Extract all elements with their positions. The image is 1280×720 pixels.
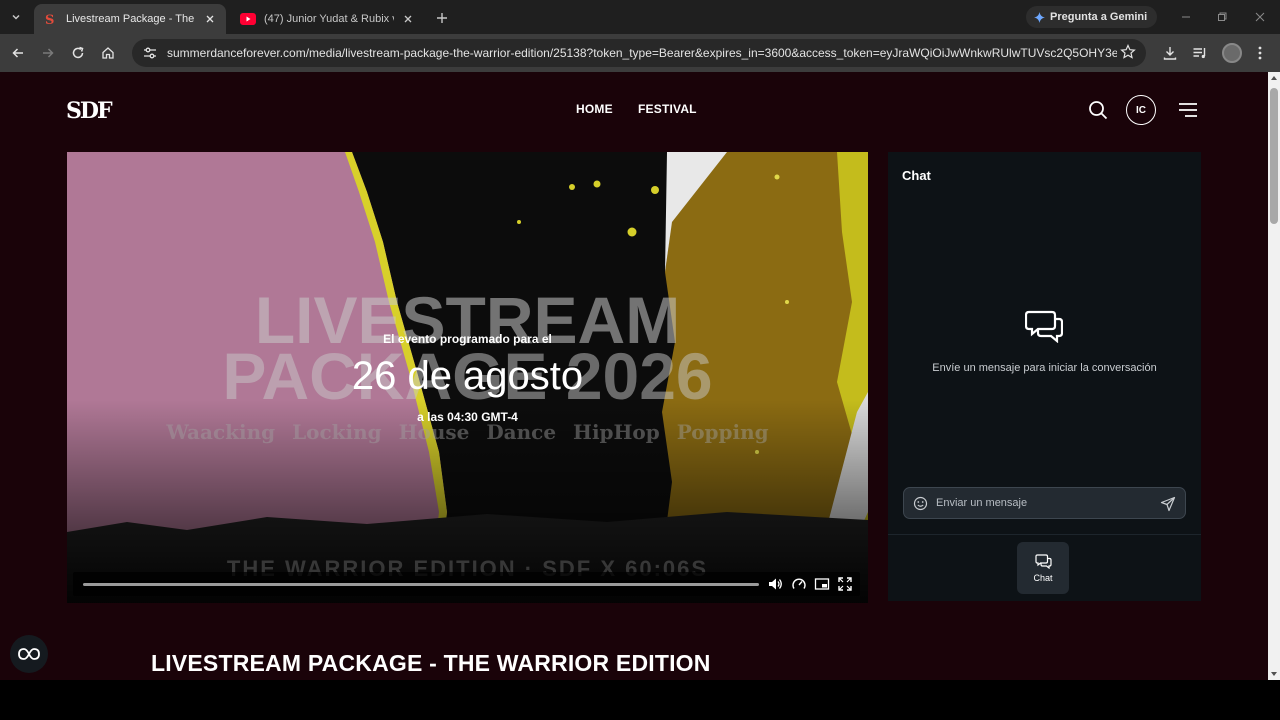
youtube-favicon-icon	[240, 11, 256, 27]
speedometer-icon	[792, 578, 806, 589]
schedule-time: a las 04:30 GMT-4	[417, 410, 518, 424]
new-tab-button[interactable]	[432, 8, 452, 28]
chat-icon	[1034, 553, 1052, 569]
tab-title: Livestream Package - The Warr	[66, 13, 196, 25]
chat-tab-button[interactable]: Chat	[1017, 542, 1069, 594]
site-logo[interactable]: SDF	[66, 98, 113, 124]
schedule-date: 26 de agosto	[351, 354, 584, 398]
chat-message-input[interactable]	[936, 493, 1146, 513]
more-vertical-icon	[1258, 46, 1262, 60]
video-progress-bar[interactable]	[83, 583, 759, 586]
search-icon	[1089, 101, 1108, 120]
summerdance-favicon-icon: S	[42, 11, 58, 27]
close-window-button[interactable]	[1250, 8, 1270, 26]
picture-in-picture-button[interactable]	[814, 576, 830, 592]
tab-title: (47) Junior Yudat & Rubix vs M	[264, 13, 394, 25]
queue-music-icon	[1193, 48, 1206, 59]
scroll-down-arrow-icon[interactable]	[1271, 672, 1277, 676]
restore-icon	[1218, 12, 1227, 21]
minimize-icon	[1182, 16, 1190, 18]
fullscreen-icon	[838, 577, 852, 591]
scrollbar-thumb[interactable]	[1270, 88, 1278, 224]
browser-tab-bar: S Livestream Package - The Warr (47) Jun…	[0, 0, 1280, 34]
close-tab-icon[interactable]	[400, 11, 416, 27]
chat-divider	[888, 534, 1201, 535]
chat-tab-label: Chat	[1033, 572, 1053, 583]
chat-title: Chat	[902, 168, 931, 183]
reload-icon	[72, 46, 84, 59]
address-bar[interactable]: summerdanceforever.com/media/livestream-…	[132, 39, 1146, 67]
send-icon	[1160, 496, 1176, 512]
chat-panel: Chat Envíe un mensaje para iniciar la co…	[888, 152, 1201, 601]
video-controls-bar	[73, 572, 860, 596]
bookmark-button[interactable]	[1120, 44, 1136, 60]
chat-bubbles-icon	[1025, 309, 1063, 343]
infinity-icon	[18, 648, 40, 660]
chat-empty-message: Envíe un mensaje para iniciar la convers…	[932, 362, 1157, 374]
emoji-picker-button[interactable]	[913, 496, 928, 511]
ask-gemini-button[interactable]: Pregunta a Gemini	[1026, 6, 1158, 28]
taskbar-area	[0, 680, 1280, 720]
tab-livestream-package[interactable]: S Livestream Package - The Warr	[34, 4, 226, 34]
arrow-right-icon	[43, 48, 54, 58]
media-controls-button[interactable]	[1190, 43, 1210, 63]
reload-button[interactable]	[68, 43, 88, 63]
close-icon	[1255, 12, 1265, 22]
svg-text:S: S	[45, 13, 54, 26]
nav-festival-link[interactable]: FESTIVAL	[638, 102, 697, 116]
playback-speed-button[interactable]	[791, 576, 807, 592]
menu-icon	[1179, 103, 1197, 117]
ask-gemini-label: Pregunta a Gemini	[1050, 11, 1148, 23]
forward-button[interactable]	[38, 43, 58, 63]
star-icon	[1120, 44, 1136, 59]
tune-icon	[144, 47, 156, 59]
back-button[interactable]	[8, 43, 28, 63]
tab-search-button[interactable]	[6, 7, 26, 27]
page-scrollbar[interactable]	[1268, 72, 1280, 680]
gemini-sparkle-icon	[1034, 11, 1045, 23]
browser-toolbar: summerdanceforever.com/media/livestream-…	[0, 34, 1280, 72]
user-avatar-button[interactable]: IC	[1126, 95, 1156, 125]
video-player[interactable]: LIVESTREAM PACKAGE 2026 Waacking Locking…	[67, 152, 868, 603]
volume-button[interactable]	[767, 576, 783, 592]
site-info-button[interactable]	[140, 46, 160, 60]
smile-icon	[913, 496, 928, 511]
downloads-button[interactable]	[1160, 43, 1180, 63]
scroll-up-arrow-icon[interactable]	[1271, 76, 1277, 80]
nav-home-link[interactable]: HOME	[576, 102, 613, 116]
hamburger-menu-button[interactable]	[1177, 100, 1199, 120]
url-text[interactable]: summerdanceforever.com/media/livestream-…	[167, 46, 1117, 60]
download-icon	[1163, 47, 1177, 60]
maximize-window-button[interactable]	[1212, 8, 1232, 26]
arrow-left-icon	[12, 48, 23, 58]
browser-menu-button[interactable]	[1250, 43, 1270, 63]
profile-avatar[interactable]	[1222, 43, 1242, 63]
close-tab-icon[interactable]	[202, 11, 218, 27]
fullscreen-button[interactable]	[837, 576, 853, 592]
chat-message-field[interactable]	[903, 487, 1186, 519]
tab-youtube-video[interactable]: (47) Junior Yudat & Rubix vs M	[232, 4, 424, 34]
home-button[interactable]	[98, 43, 118, 63]
plus-icon	[437, 13, 447, 23]
schedule-label: El evento programado para el	[383, 332, 552, 346]
picture-in-picture-icon	[814, 578, 830, 590]
send-message-button[interactable]	[1160, 496, 1176, 512]
accessibility-widget-button[interactable]	[10, 635, 48, 673]
page-title: LIVESTREAM PACKAGE - THE WARRIOR EDITION	[151, 650, 711, 676]
volume-icon	[769, 578, 782, 590]
search-button[interactable]	[1087, 99, 1109, 121]
home-icon	[102, 47, 114, 59]
page-viewport: SDF HOME FESTIVAL IC LIVESTREAM PACKAGE …	[0, 72, 1268, 680]
minimize-window-button[interactable]	[1176, 8, 1196, 26]
chevron-down-icon	[12, 14, 20, 20]
